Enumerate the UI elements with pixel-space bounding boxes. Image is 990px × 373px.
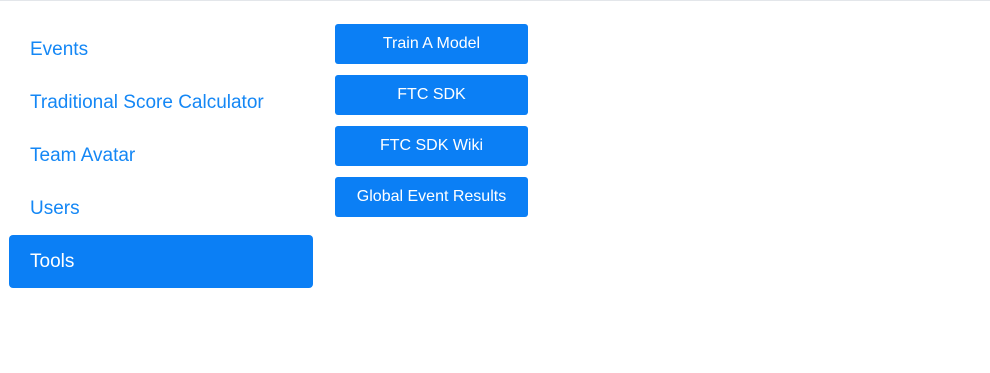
nav-item-tools[interactable]: Tools [9, 235, 313, 288]
nav-item-traditional-score-calculator[interactable]: Traditional Score Calculator [9, 76, 313, 129]
ftc-sdk-wiki-button[interactable]: FTC SDK Wiki [335, 126, 528, 166]
nav-item-users[interactable]: Users [9, 182, 313, 235]
nav-item-events[interactable]: Events [9, 23, 313, 76]
train-a-model-button[interactable]: Train A Model [335, 24, 528, 64]
tools-panel: Train A Model FTC SDK FTC SDK Wiki Globa… [335, 24, 528, 228]
ftc-sdk-button[interactable]: FTC SDK [335, 75, 528, 115]
global-event-results-button[interactable]: Global Event Results [335, 177, 528, 217]
nav-item-team-avatar[interactable]: Team Avatar [9, 129, 313, 182]
sidebar-nav: Events Traditional Score Calculator Team… [9, 23, 313, 288]
top-divider [0, 0, 990, 1]
